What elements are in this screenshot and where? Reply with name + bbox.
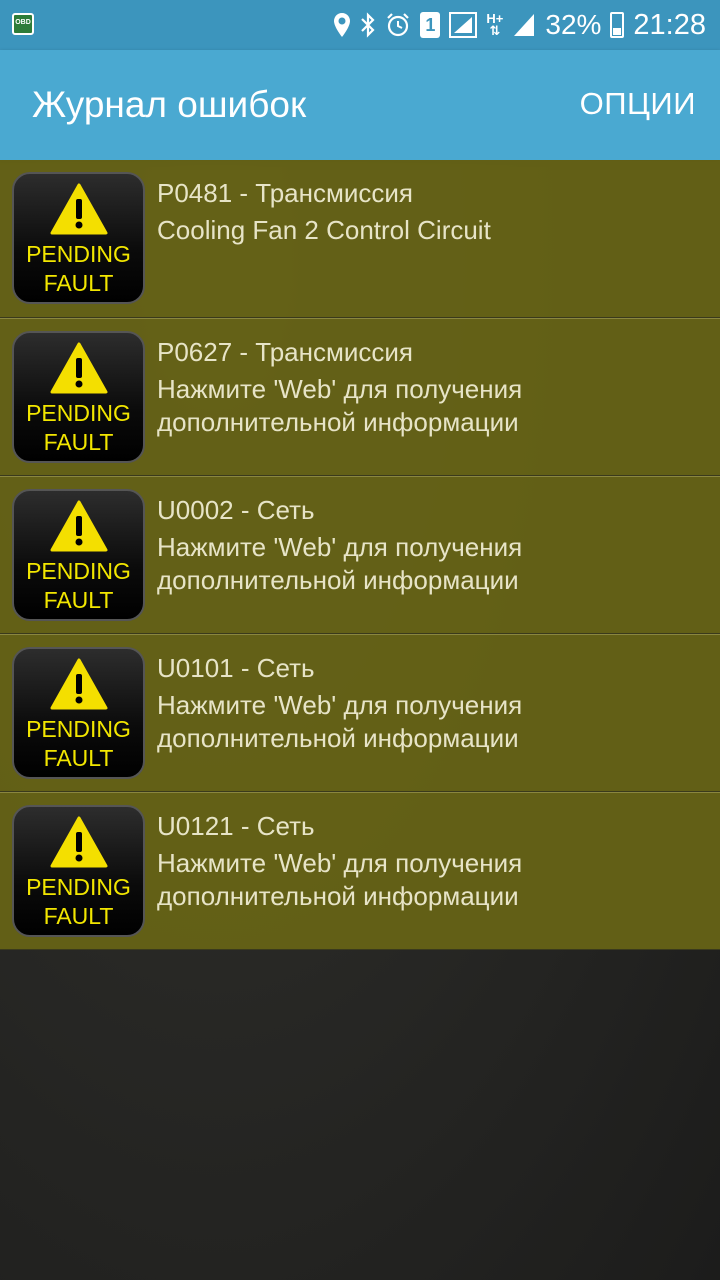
pending-fault-badge: PENDING FAULT — [12, 647, 145, 779]
battery-percent: 32% — [545, 9, 602, 40]
fault-code: P0627 - Трансмиссия — [157, 337, 413, 367]
warning-triangle-icon — [50, 816, 108, 868]
status-icons: 1 H+ ⇅ 32% 21:28 — [333, 0, 706, 50]
fault-text: P0627 - Трансмиссия Нажмите 'Web' для по… — [157, 335, 707, 439]
fault-description-line: дополнительной информации — [157, 565, 519, 595]
fault-description-line: Нажмите 'Web' для получения — [157, 374, 523, 404]
obd-icon: OBD — [12, 13, 34, 35]
fault-description: Cooling Fan 2 Control Circuit — [157, 214, 707, 247]
fault-description: Нажмите 'Web' для получения дополнительн… — [157, 531, 707, 597]
options-button[interactable]: ОПЦИИ — [580, 86, 696, 122]
pending-fault-badge: PENDING FAULT — [12, 331, 145, 463]
fault-description-line: дополнительной информации — [157, 881, 519, 911]
fault-row[interactable]: PENDING FAULT U0002 - Сеть Нажмите 'Web'… — [0, 476, 720, 634]
badge-label-pending: PENDING — [26, 558, 131, 584]
fault-code: P0481 - Трансмиссия — [157, 178, 413, 208]
pending-fault-badge: PENDING FAULT — [12, 489, 145, 621]
fault-row[interactable]: PENDING FAULT U0121 - Сеть Нажмите 'Web'… — [0, 792, 720, 950]
fault-row[interactable]: PENDING FAULT P0627 - Трансмиссия Нажмит… — [0, 318, 720, 476]
sim-icon: 1 — [420, 12, 441, 38]
fault-text: U0002 - Сеть Нажмите 'Web' для получения… — [157, 493, 707, 597]
fault-description-line: Нажмите 'Web' для получения — [157, 848, 523, 878]
warning-triangle-icon — [50, 342, 108, 394]
pending-fault-badge: PENDING FAULT — [12, 805, 145, 937]
data-arrows-icon: ⇅ — [489, 23, 501, 38]
bluetooth-icon — [360, 12, 376, 38]
signal-icon — [449, 12, 478, 38]
fault-description-line: Нажмите 'Web' для получения — [157, 532, 523, 562]
battery-icon — [610, 12, 625, 38]
warning-triangle-icon — [50, 658, 108, 710]
fault-code: U0101 - Сеть — [157, 653, 315, 683]
status-bar: OBD 1 H+ ⇅ 32% 21:28 — [0, 0, 720, 50]
warning-triangle-icon — [50, 500, 108, 552]
fault-description: Нажмите 'Web' для получения дополнительн… — [157, 373, 707, 439]
fault-description-line: дополнительной информации — [157, 407, 519, 437]
badge-label-fault: FAULT — [43, 429, 114, 455]
app-bar: Журнал ошибок ОПЦИИ — [0, 50, 720, 160]
pending-fault-badge: PENDING FAULT — [12, 172, 145, 304]
badge-label-fault: FAULT — [43, 745, 114, 771]
fault-text: U0101 - Сеть Нажмите 'Web' для получения… — [157, 651, 707, 755]
warning-triangle-icon — [50, 183, 108, 235]
badge-label-pending: PENDING — [26, 874, 131, 900]
fault-code: U0002 - Сеть — [157, 495, 315, 525]
cell-signal-icon — [512, 12, 536, 38]
fault-text: P0481 - Трансмиссия Cooling Fan 2 Contro… — [157, 176, 707, 247]
fault-list: PENDING FAULT P0481 - Трансмиссия Coolin… — [0, 160, 720, 950]
hplus-icon: H+ ⇅ — [486, 12, 503, 38]
badge-label-fault: FAULT — [43, 270, 114, 296]
page-title: Журнал ошибок — [32, 84, 307, 125]
fault-description-line: дополнительной информации — [157, 723, 519, 753]
fault-text: U0121 - Сеть Нажмите 'Web' для получения… — [157, 809, 707, 913]
alarm-icon — [385, 12, 411, 38]
fault-description: Нажмите 'Web' для получения дополнительн… — [157, 689, 707, 755]
fault-description: Нажмите 'Web' для получения дополнительн… — [157, 847, 707, 913]
fault-description-line: Нажмите 'Web' для получения — [157, 690, 523, 720]
fault-description-line: Cooling Fan 2 Control Circuit — [157, 215, 491, 245]
badge-label-fault: FAULT — [43, 903, 114, 929]
fault-row[interactable]: PENDING FAULT P0481 - Трансмиссия Coolin… — [0, 160, 720, 318]
badge-label-pending: PENDING — [26, 400, 131, 426]
fault-code: U0121 - Сеть — [157, 811, 315, 841]
badge-label-pending: PENDING — [26, 716, 131, 742]
badge-label-pending: PENDING — [26, 241, 131, 267]
clock: 21:28 — [633, 8, 706, 41]
fault-row[interactable]: PENDING FAULT U0101 - Сеть Нажмите 'Web'… — [0, 634, 720, 792]
location-icon — [333, 12, 351, 38]
badge-label-fault: FAULT — [43, 587, 114, 613]
